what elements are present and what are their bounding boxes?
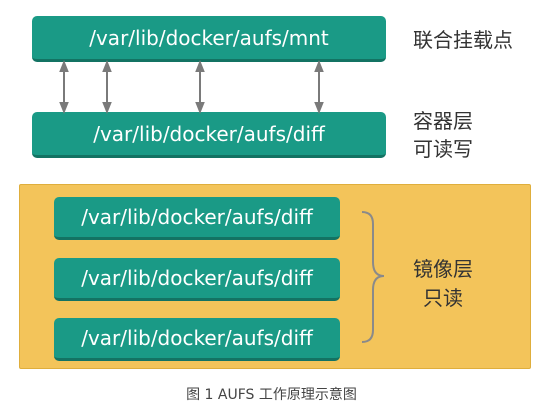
figure-caption: 图 1 AUFS 工作原理示意图	[186, 387, 357, 403]
image-layer-mode-label: 只读	[423, 286, 463, 310]
brace-icon	[361, 211, 385, 343]
image-layer-label: 镜像层	[413, 257, 473, 281]
